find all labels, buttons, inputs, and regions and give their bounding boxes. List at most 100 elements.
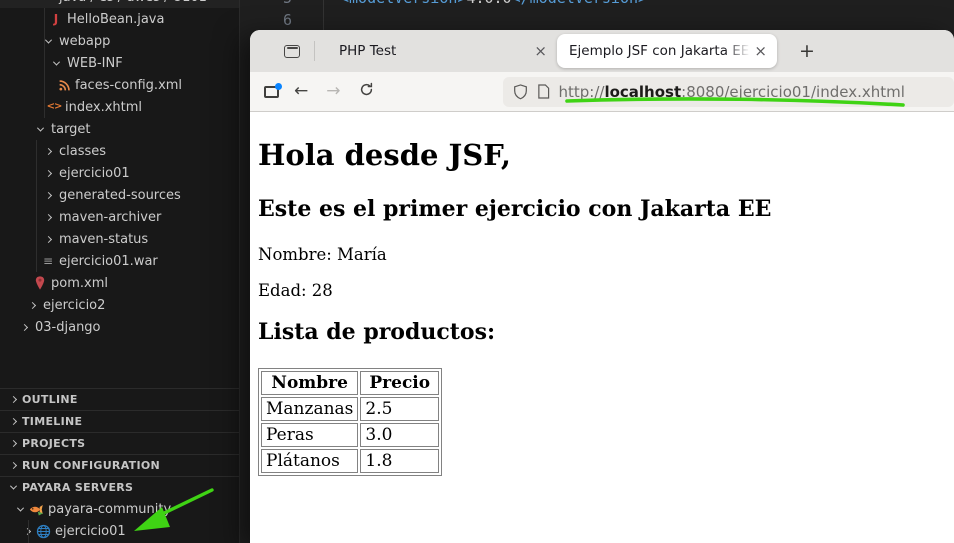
payara-fish-icon bbox=[28, 503, 45, 516]
tree-item-label: faces-config.xml bbox=[75, 77, 183, 93]
explorer-sidebar: java / es / dwes / U101 J HelloBean.java… bbox=[0, 0, 240, 543]
payara-server-item[interactable]: payara-community bbox=[0, 498, 239, 520]
table-cell: Peras bbox=[261, 422, 359, 447]
close-tab-icon[interactable]: × bbox=[750, 42, 771, 60]
tab-ejemplo-jsf[interactable]: Ejemplo JSF con Jakarta EE 1 × bbox=[557, 34, 777, 68]
chevron-right-icon bbox=[9, 461, 17, 470]
productos-table: Nombre Precio Manzanas 2.5 Peras 3.0 Plá… bbox=[258, 367, 443, 476]
close-tab-icon[interactable]: × bbox=[530, 42, 551, 60]
globe-icon bbox=[35, 524, 52, 539]
edad-text: Edad: 28 bbox=[258, 280, 333, 300]
tree-item-label: webapp bbox=[59, 33, 111, 49]
chevron-right-icon bbox=[28, 301, 36, 309]
tree-item-java-package[interactable]: java / es / dwes / U101 bbox=[0, 0, 239, 8]
chevron-down-icon bbox=[44, 36, 52, 44]
page-title: Hola desde JSF, bbox=[258, 138, 511, 172]
browser-window: PHP Test × Ejemplo JSF con Jakarta EE 1 … bbox=[250, 30, 954, 543]
war-file-icon: ≡ bbox=[42, 254, 54, 268]
chevron-right-icon bbox=[9, 439, 17, 448]
nombre-text: Nombre: María bbox=[258, 244, 387, 264]
page-subtitle: Este es el primer ejercicio con Jakarta … bbox=[258, 196, 772, 223]
tree-item-ejercicio2[interactable]: ejercicio2 bbox=[0, 294, 239, 316]
chevron-right-icon bbox=[44, 169, 52, 177]
payara-server-label: payara-community bbox=[48, 501, 172, 517]
chevron-right-icon bbox=[20, 323, 28, 331]
sidebar-panels: OUTLINE TIMELINE PROJECTS RUN CONFIGURAT… bbox=[0, 388, 239, 542]
tree-item-label: ejercicio01.war bbox=[59, 253, 158, 269]
table-cell: 3.0 bbox=[360, 422, 440, 447]
tree-item-label: HelloBean.java bbox=[67, 11, 165, 27]
window-notification-icon[interactable] bbox=[264, 82, 282, 98]
panel-run-configuration[interactable]: RUN CONFIGURATION bbox=[0, 454, 239, 476]
editor-line-5: 5 <modelVersion>4.0.0</modelVersion> bbox=[240, 0, 954, 9]
chevron-right-icon bbox=[9, 395, 17, 404]
lista-heading: Lista de productos: bbox=[258, 318, 496, 345]
panel-label: RUN CONFIGURATION bbox=[22, 459, 161, 472]
maven-pin-icon bbox=[32, 276, 48, 290]
firefox-view-icon[interactable] bbox=[284, 44, 300, 58]
code-file-icon: <> bbox=[46, 101, 63, 112]
new-tab-button[interactable]: + bbox=[791, 38, 823, 64]
panel-projects[interactable]: PROJECTS bbox=[0, 432, 239, 454]
tree-item-label: maven-archiver bbox=[59, 209, 162, 225]
tree-item-hellobean-java[interactable]: J HelloBean.java bbox=[0, 8, 239, 30]
table-row: Peras 3.0 bbox=[261, 422, 440, 447]
table-row: Manzanas 2.5 bbox=[261, 396, 440, 421]
tree-item-target[interactable]: target bbox=[0, 118, 239, 140]
tree-item-faces-config-xml[interactable]: faces-config.xml bbox=[0, 74, 239, 96]
forward-button[interactable]: → bbox=[326, 83, 340, 100]
browser-tab-strip: PHP Test × Ejemplo JSF con Jakarta EE 1 … bbox=[250, 30, 954, 72]
panel-timeline[interactable]: TIMELINE bbox=[0, 410, 239, 432]
tree-indent-guide bbox=[36, 140, 37, 272]
chevron-right-icon bbox=[44, 235, 52, 243]
reload-button[interactable] bbox=[359, 82, 374, 101]
chevron-down-icon bbox=[52, 58, 60, 66]
panel-label: TIMELINE bbox=[22, 415, 83, 428]
chevron-down-icon bbox=[9, 482, 17, 490]
jsf-page-content: Hola desde JSF, Este es el primer ejerci… bbox=[250, 112, 954, 543]
tree-item-label: generated-sources bbox=[59, 187, 181, 203]
tab-php-test[interactable]: PHP Test × bbox=[325, 34, 557, 68]
line-number: 5 bbox=[240, 0, 292, 7]
tree-item-label: maven-status bbox=[59, 231, 149, 247]
tree-item-label: classes bbox=[59, 143, 107, 159]
panel-payara-servers[interactable]: PAYARA SERVERS bbox=[0, 476, 239, 498]
table-row: Plátanos 1.8 bbox=[261, 448, 440, 473]
table-cell: Plátanos bbox=[261, 448, 359, 473]
tree-item-label: java / es / dwes / U101 bbox=[59, 0, 207, 5]
tab-title: PHP Test bbox=[339, 43, 397, 59]
code-text: <modelVersion>4.0.0</modelVersion> bbox=[340, 0, 647, 7]
chevron-right-icon bbox=[44, 191, 52, 199]
tree-item-label: WEB-INF bbox=[67, 55, 123, 71]
table-cell: 1.8 bbox=[360, 448, 440, 473]
column-header: Precio bbox=[360, 370, 440, 395]
payara-app-label: ejercicio01 bbox=[55, 523, 126, 539]
chevron-down-icon bbox=[16, 504, 24, 512]
panel-label: PAYARA SERVERS bbox=[22, 481, 134, 494]
line-number: 6 bbox=[282, 11, 292, 29]
tab-title: Ejemplo JSF con Jakarta EE 1 bbox=[569, 43, 751, 59]
url-text: http://localhost:8080/ejercicio01/index.… bbox=[558, 82, 905, 101]
tree-item-label: index.xhtml bbox=[65, 99, 143, 115]
tree-item-index-xhtml[interactable]: <> index.xhtml bbox=[0, 96, 239, 118]
tree-item-label: pom.xml bbox=[51, 275, 108, 291]
tree-item-pom-xml[interactable]: pom.xml bbox=[0, 272, 239, 294]
payara-app-ejercicio01[interactable]: ejercicio01 bbox=[0, 520, 239, 542]
xml-feed-icon bbox=[56, 79, 72, 92]
chevron-down-icon bbox=[36, 124, 44, 132]
tree-item-web-inf[interactable]: WEB-INF bbox=[0, 52, 239, 74]
shield-icon[interactable] bbox=[513, 83, 528, 100]
tab-separator bbox=[314, 41, 315, 61]
page-info-icon[interactable] bbox=[537, 84, 550, 99]
tree-item-03-django[interactable]: 03-django bbox=[0, 316, 239, 338]
editor-line-6: 6 bbox=[240, 9, 954, 31]
tree-item-label: ejercicio2 bbox=[43, 297, 106, 313]
chevron-right-icon bbox=[44, 147, 52, 155]
table-cell: Manzanas bbox=[261, 396, 359, 421]
back-button[interactable]: ← bbox=[294, 83, 308, 100]
panel-outline[interactable]: OUTLINE bbox=[0, 388, 239, 410]
chevron-right-icon bbox=[9, 417, 17, 426]
chevron-right-icon bbox=[23, 527, 31, 535]
tree-item-webapp[interactable]: webapp bbox=[0, 30, 239, 52]
url-bar[interactable]: http://localhost:8080/ejercicio01/index.… bbox=[502, 76, 954, 107]
